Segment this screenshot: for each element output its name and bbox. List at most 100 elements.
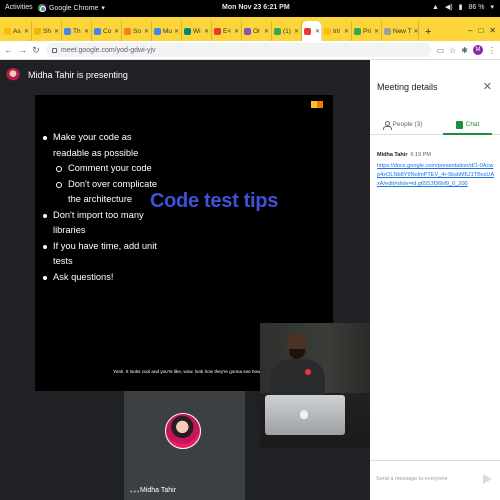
close-tab-icon[interactable]: ✕ <box>54 28 59 35</box>
lock-icon <box>52 47 57 53</box>
back-icon[interactable]: ← <box>4 45 13 55</box>
minimize-icon[interactable]: – <box>468 26 472 35</box>
chat-compose: Send a message to everyone <box>370 460 500 500</box>
browser-tab[interactable]: So ✕ <box>122 21 152 41</box>
slide-bullet: Make your code as <box>43 130 157 146</box>
slide-bullet: readable as possible <box>53 147 139 158</box>
favicon-icon <box>184 27 191 35</box>
close-tab-icon[interactable]: ✕ <box>84 28 89 35</box>
favicon-icon <box>274 27 281 35</box>
panel-title: Meeting details <box>377 82 438 92</box>
meeting-details-panel: Meeting details ✕ People (3) Chat Midha … <box>370 60 500 500</box>
browser-tab[interactable]: As ✕ <box>2 21 32 41</box>
favicon-icon <box>4 27 11 35</box>
chat-message-link[interactable]: https://docs.google.com/presentation/d/1… <box>377 162 495 190</box>
close-icon[interactable]: ✕ <box>489 26 496 35</box>
browser-tab[interactable]: Sh ✕ <box>32 21 62 41</box>
tab-label: So <box>133 27 141 35</box>
extension-icon[interactable]: ✱ <box>461 46 468 55</box>
slide-bullet: Comment your code <box>43 161 157 177</box>
close-tab-icon[interactable]: ✕ <box>344 28 349 35</box>
menu-icon[interactable]: ⋮ <box>488 46 496 55</box>
audio-indicator-icon: ••• <box>130 489 141 496</box>
tab-label: E< <box>223 27 232 35</box>
new-tab-button[interactable]: + <box>419 26 437 41</box>
close-tab-icon[interactable]: ✕ <box>174 28 179 35</box>
forward-icon[interactable]: → <box>18 45 27 55</box>
chat-sender: Midha Tahir 6:19 PM <box>377 152 431 158</box>
tab-label: Wi <box>193 27 201 35</box>
message-time: 6:19 PM <box>410 152 431 158</box>
favicon-icon <box>214 27 221 35</box>
browser-tab[interactable]: Or ✕ <box>242 21 272 41</box>
favicon-icon <box>94 27 101 35</box>
close-icon[interactable]: ✕ <box>483 80 492 93</box>
app-name: Google Chrome <box>49 4 99 12</box>
participant-name: Midha Tahir <box>140 487 177 494</box>
chrome-icon <box>38 4 46 12</box>
tab-label: Or <box>253 27 261 35</box>
browser-tab[interactable]: (1) ✕ <box>272 21 302 41</box>
close-tab-icon[interactable]: ✕ <box>315 28 320 35</box>
close-tab-icon[interactable]: ✕ <box>374 28 379 35</box>
presenter-banner: Midha Tahir is presenting <box>6 68 128 82</box>
tab-chat-label: Chat <box>465 121 480 128</box>
people-icon <box>382 120 392 130</box>
profile-avatar[interactable]: M <box>473 45 483 55</box>
browser-tab[interactable]: New T ✕ <box>382 21 419 41</box>
meet-stage: Midha Tahir is presenting Make your code… <box>0 60 370 500</box>
network-icon: ▲ <box>432 3 439 11</box>
clock[interactable]: Mon Nov 23 6:21 PM <box>222 4 290 11</box>
close-tab-icon[interactable]: ✕ <box>114 28 119 35</box>
browser-tab[interactable]: ✕ <box>302 21 322 41</box>
close-tab-icon[interactable]: ✕ <box>294 28 299 35</box>
install-icon[interactable]: ▭ <box>437 46 445 55</box>
slides-icon <box>311 101 323 108</box>
close-tab-icon[interactable]: ✕ <box>144 28 149 35</box>
presenter-text: Midha Tahir is presenting <box>28 70 128 80</box>
maximize-icon[interactable]: □ <box>478 26 483 35</box>
slide-bullet: Don't over complicate <box>43 177 157 193</box>
url-text: meet.google.com/yod-gdwi-yjv <box>61 46 156 54</box>
browser-tab[interactable]: Mu ✕ <box>152 21 182 41</box>
panel-tabs: People (3) Chat <box>370 115 500 135</box>
browser-tab[interactable]: Pri ✕ <box>352 21 382 41</box>
participant-tile[interactable]: ••• Midha Tahir <box>124 391 245 500</box>
slide-bullet: Don't import too many <box>43 208 157 224</box>
tab-label: Sh <box>43 27 51 35</box>
close-tab-icon[interactable]: ✕ <box>234 28 239 35</box>
close-tab-icon[interactable]: ✕ <box>204 28 209 35</box>
tab-chat[interactable]: Chat <box>435 115 500 135</box>
close-tab-icon[interactable]: ✕ <box>24 28 29 35</box>
sender-name: Midha Tahir <box>377 152 408 158</box>
tab-label: Mu <box>163 27 173 35</box>
favicon-icon <box>384 27 391 35</box>
reload-icon[interactable]: ↻ <box>32 45 40 56</box>
browser-tab[interactable]: Wi ✕ <box>182 21 212 41</box>
close-tab-icon[interactable]: ✕ <box>414 28 418 35</box>
system-tray[interactable]: ▲ ◀) ▮ 86 % ▾ <box>432 3 494 12</box>
activities-button[interactable]: Activities <box>5 4 33 11</box>
browser-tab[interactable]: Inl ✕ <box>322 21 352 41</box>
favicon-icon <box>124 27 131 35</box>
url-input[interactable]: meet.google.com/yod-gdwi-yjv <box>46 43 431 57</box>
app-menu[interactable]: Google Chrome ▾ <box>38 4 105 12</box>
tab-label: New T <box>393 27 412 35</box>
tab-label: Th <box>73 27 81 35</box>
battery-level: 86 % <box>468 3 485 11</box>
volume-icon: ◀) <box>444 4 453 11</box>
browser-tab[interactable]: E< ✕ <box>212 21 242 41</box>
battery-icon: ▮ <box>458 4 463 11</box>
favicon-icon <box>154 27 161 35</box>
browser-tab[interactable]: Co ✕ <box>92 21 122 41</box>
avatar <box>165 413 201 449</box>
slide-bullet-list: Make your code as readable as possible Com… <box>43 130 157 285</box>
tab-strip: As ✕ Sh ✕ Th ✕ Co ✕ So ✕ Mu ✕ Wi ✕ E< ✕ Or ✕ (1) ✕ ✕ Inl ✕ Pri ✕… <box>0 17 500 41</box>
send-icon[interactable] <box>483 474 492 484</box>
star-icon[interactable]: ☆ <box>449 46 456 55</box>
slide-bullet: Ask questions! <box>43 270 157 286</box>
close-tab-icon[interactable]: ✕ <box>264 28 269 35</box>
browser-tab[interactable]: Th ✕ <box>62 21 92 41</box>
tab-people[interactable]: People (3) <box>370 115 435 134</box>
message-input[interactable]: Send a message to everyone <box>376 476 448 482</box>
